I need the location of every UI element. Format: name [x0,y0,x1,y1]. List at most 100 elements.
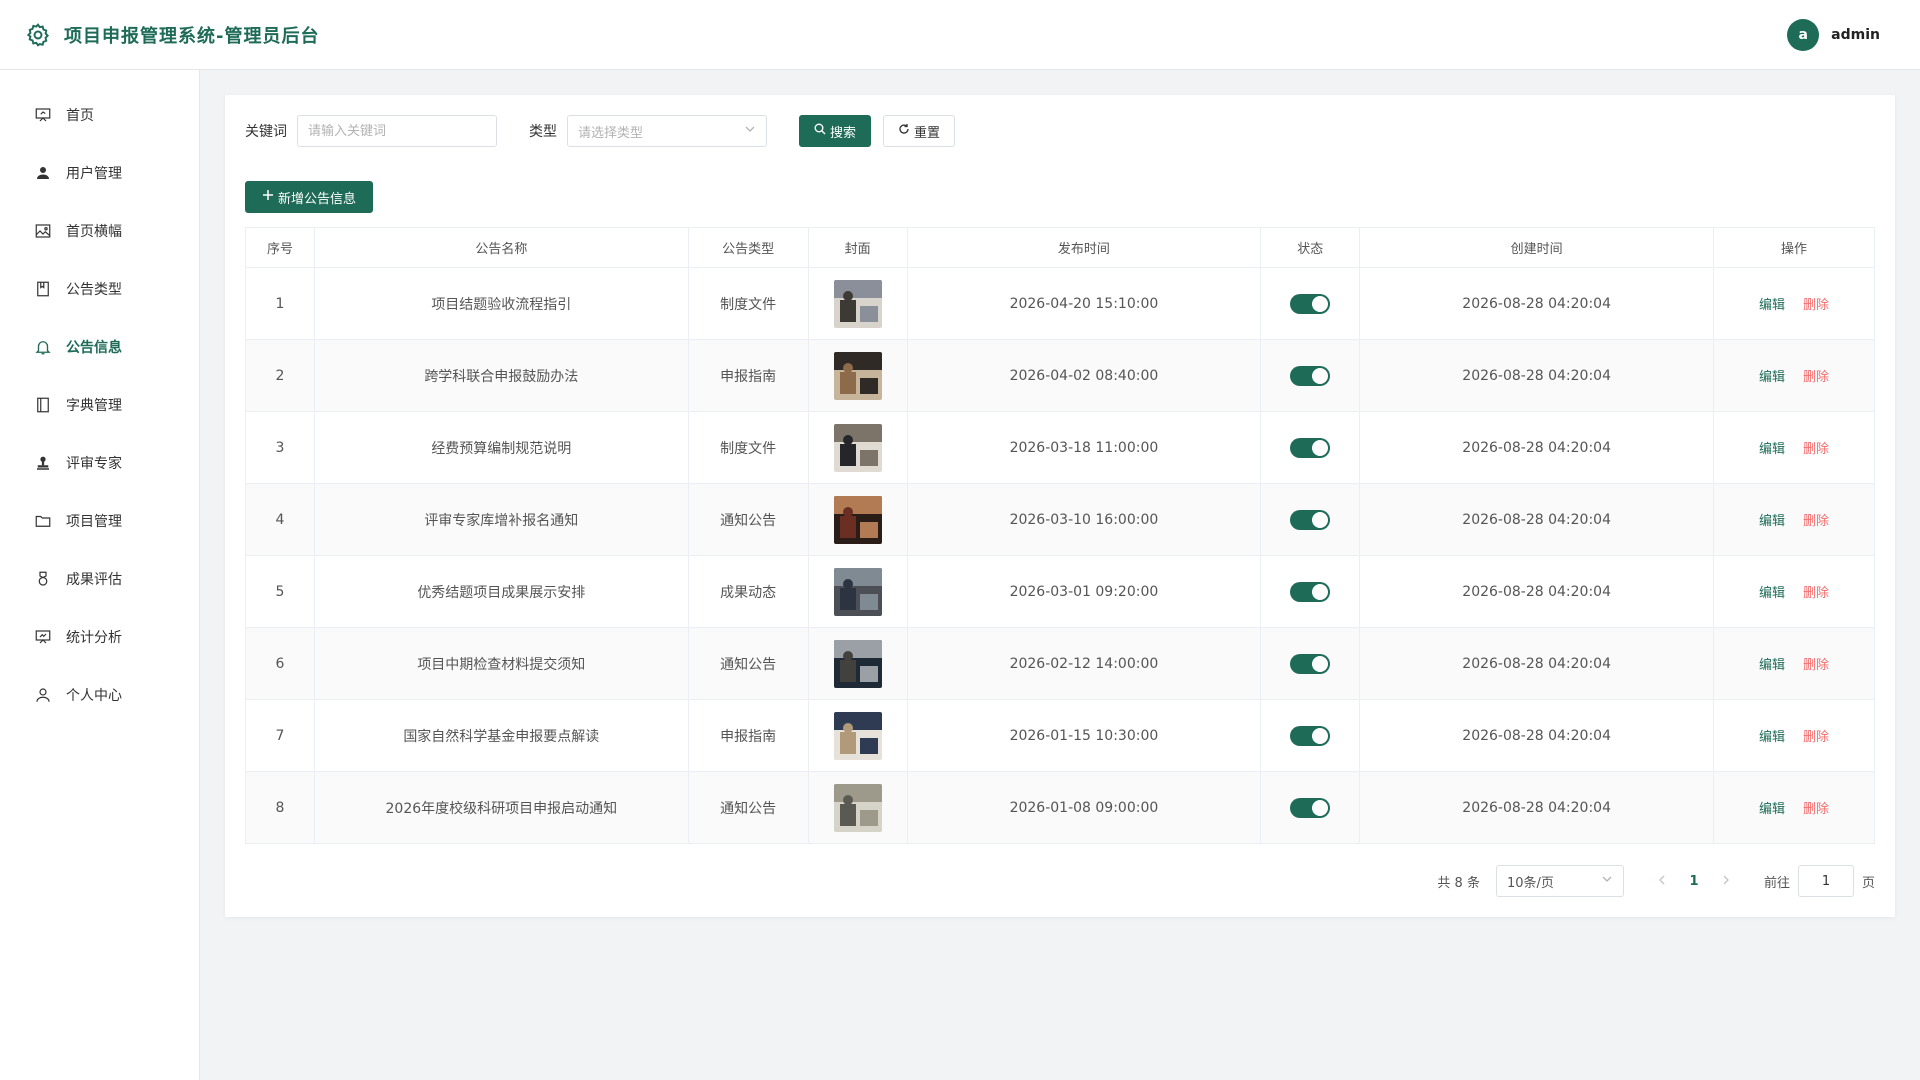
column-header-publish-time[interactable]: 发布时间 [906,227,1262,268]
cover-thumbnail[interactable] [833,423,882,472]
cover-thumbnail[interactable] [833,639,882,688]
goto-label: 前往 [1763,875,1790,891]
delete-button[interactable]: 删除 [1803,514,1829,529]
cell-name: 项目中期检查材料提交须知 [313,627,689,700]
cell-no: 8 [245,771,315,844]
status-toggle[interactable] [1290,725,1331,746]
edit-button[interactable]: 编辑 [1759,586,1785,601]
sidebar-item-evaluation[interactable]: 成果评估 [0,550,199,608]
reset-button[interactable]: 重置 [883,115,956,147]
status-toggle[interactable] [1290,797,1331,818]
cell-cover [807,771,908,844]
sidebar-item-notice-type[interactable]: 公告类型 [0,260,199,318]
avatar[interactable]: a [1787,18,1820,51]
edit-button[interactable]: 编辑 [1759,802,1785,817]
cell-name: 2026年度校级科研项目申报启动通知 [313,771,689,844]
cell-created-time: 2026-08-28 04:20:04 [1359,267,1715,340]
status-toggle[interactable] [1290,509,1331,530]
type-label: 类型 [529,124,557,140]
username[interactable]: admin [1831,27,1880,43]
sidebar-item-notice-info[interactable]: 公告信息 [0,318,199,376]
cover-thumbnail[interactable] [833,567,882,616]
gear-icon [24,21,52,49]
sidebar-item-label: 项目管理 [66,514,122,530]
cover-thumbnail[interactable] [833,279,882,328]
page-size-value: 10条/页 [1506,875,1554,891]
cell-name: 国家自然科学基金申报要点解读 [313,699,689,772]
cover-thumbnail[interactable] [833,495,882,544]
delete-button[interactable]: 删除 [1803,370,1829,385]
column-header-created-time[interactable]: 创建时间 [1359,227,1715,268]
status-toggle[interactable] [1290,581,1331,602]
delete-button[interactable]: 删除 [1803,658,1829,673]
delete-button[interactable]: 删除 [1803,586,1829,601]
delete-button[interactable]: 删除 [1803,802,1829,817]
column-header-actions: 操作 [1713,227,1875,268]
cell-status [1260,483,1361,556]
sidebar-item-statistics[interactable]: 统计分析 [0,608,199,666]
column-header-name[interactable]: 公告名称 [313,227,689,268]
delete-button[interactable]: 删除 [1803,442,1829,457]
cell-actions: 编辑 删除 [1713,411,1875,484]
sidebar-item-profile[interactable]: 个人中心 [0,666,199,724]
cover-thumbnail[interactable] [833,351,882,400]
delete-button[interactable]: 删除 [1803,298,1829,313]
brand: 项目申报管理系统-管理员后台 [24,21,319,49]
cell-type: 申报指南 [687,699,809,772]
column-header-cover[interactable]: 封面 [807,227,908,268]
page-number-current[interactable]: 1 [1676,874,1712,889]
top-header: 项目申报管理系统-管理员后台 a admin [0,0,1920,70]
edit-button[interactable]: 编辑 [1759,442,1785,457]
status-toggle[interactable] [1290,653,1331,674]
edit-button[interactable]: 编辑 [1759,514,1785,529]
cell-cover [807,699,908,772]
sidebar-item-banner[interactable]: 首页横幅 [0,202,199,260]
edit-button[interactable]: 编辑 [1759,298,1785,313]
presentation-icon [35,108,51,122]
sidebar-item-label: 统计分析 [66,630,122,646]
cell-actions: 编辑 删除 [1713,771,1875,844]
cell-type: 通知公告 [687,483,809,556]
cell-no: 6 [245,627,315,700]
chart-board-icon [35,630,51,644]
user-menu[interactable]: a admin [1787,18,1880,51]
cell-created-time: 2026-08-28 04:20:04 [1359,555,1715,628]
next-page-button[interactable] [1712,874,1740,889]
cell-type: 通知公告 [687,771,809,844]
table-row: 8 2026年度校级科研项目申报启动通知 通知公告 2026-01-08 09:00:… [245,771,1875,844]
user-icon [37,167,49,179]
cell-status [1260,699,1361,772]
sidebar-item-users[interactable]: 用户管理 [0,144,199,202]
edit-button[interactable]: 编辑 [1759,658,1785,673]
sidebar-item-dictionary[interactable]: 字典管理 [0,376,199,434]
status-toggle[interactable] [1290,365,1331,386]
image-icon [35,224,51,238]
column-header-no[interactable]: 序号 [245,227,315,268]
search-icon [814,123,826,139]
table-row: 2 跨学科联合申报鼓励办法 申报指南 2026-04-02 08:40:00 2026-… [245,339,1875,412]
keyword-input[interactable] [297,115,497,147]
edit-button[interactable]: 编辑 [1759,370,1785,385]
delete-button[interactable]: 删除 [1803,730,1829,745]
cover-thumbnail[interactable] [833,783,882,832]
search-button-label: 搜索 [830,125,857,141]
cell-publish-time: 2026-04-02 08:40:00 [906,339,1262,412]
table-header-row: 序号 公告名称 公告类型 封面 发布时间 状态 创建时间 操作 [245,227,1875,268]
prev-page-button[interactable] [1648,874,1676,889]
cover-thumbnail[interactable] [833,711,882,760]
sidebar-item-home[interactable]: 首页 [0,86,199,144]
goto-page-input[interactable] [1797,865,1854,897]
column-header-status[interactable]: 状态 [1260,227,1361,268]
type-select[interactable]: 请选择类型 [567,115,767,147]
status-toggle[interactable] [1290,437,1331,458]
sidebar-item-projects[interactable]: 项目管理 [0,492,199,550]
cell-status [1260,771,1361,844]
keyword-label: 关键词 [245,124,287,140]
page-size-select[interactable]: 10条/页 [1495,865,1624,897]
status-toggle[interactable] [1290,293,1331,314]
column-header-type[interactable]: 公告类型 [687,227,809,268]
search-button[interactable]: 搜索 [799,115,872,147]
edit-button[interactable]: 编辑 [1759,730,1785,745]
add-notice-button[interactable]: 新增公告信息 [245,181,374,213]
sidebar-item-experts[interactable]: 评审专家 [0,434,199,492]
